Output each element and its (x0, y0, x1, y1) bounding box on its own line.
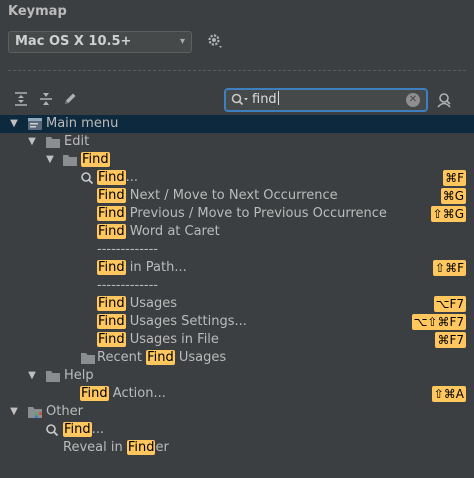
tree-item-find-folder[interactable]: ▼ Find (0, 151, 474, 169)
tree-label-help: Help (64, 368, 94, 383)
expand-all-icon[interactable] (13, 91, 29, 107)
tree-item-find-in-path[interactable]: Find in Path... ⇧⌘F (0, 259, 474, 277)
shortcut-badge: ⌥⇧⌘F7 (411, 314, 466, 330)
tree-item-help[interactable]: ▼ Help (0, 367, 474, 385)
chevron-down-icon[interactable]: ▼ (27, 133, 37, 151)
tree-item-find[interactable]: Find... ⌘F (0, 169, 474, 187)
tree-item-main-menu[interactable]: ▼ Main menu (0, 115, 474, 133)
tree-item-recent-find-usages[interactable]: Recent Find Usages (0, 349, 474, 367)
magnifier-icon (46, 424, 59, 437)
folder-icon (63, 155, 77, 166)
shortcut-badge: ⌘G (440, 188, 466, 204)
search-field[interactable]: find ✕ (224, 88, 428, 112)
shortcut-badge: ⌘F (443, 170, 466, 186)
tree-item-other-find[interactable]: Find... (0, 421, 474, 439)
menu-icon (28, 118, 42, 130)
tree-label-other: Other (46, 404, 83, 419)
tree-label-find: Find... (97, 170, 139, 185)
search-input[interactable]: find (252, 91, 279, 109)
tree-label-find-usages-settings: Find Usages Settings... (97, 314, 247, 329)
tree-label-main-menu: Main menu (46, 116, 119, 131)
tree-item-edit[interactable]: ▼ Edit (0, 133, 474, 151)
edit-pencil-icon[interactable] (62, 91, 78, 107)
separator-text: ------------- (97, 242, 158, 257)
tree-label-find-word-at-caret: Find Word at Caret (97, 224, 220, 239)
chevron-down-icon[interactable]: ▼ (27, 367, 37, 385)
tree-item-find-usages-in-file[interactable]: Find Usages in File ⌘F7 (0, 331, 474, 349)
gear-icon[interactable] (206, 32, 224, 50)
keymap-select[interactable]: Mac OS X 10.5+ ▾ (8, 31, 192, 53)
clear-icon[interactable]: ✕ (406, 93, 420, 107)
chevron-down-icon: ▾ (179, 36, 185, 47)
folder-icon (81, 353, 95, 364)
tree-item-find-usages[interactable]: Find Usages ⌥F7 (0, 295, 474, 313)
shortcut-badge: ⇧⌘G (430, 206, 466, 222)
tree-label-find-in-path: Find in Path... (97, 260, 187, 275)
shortcut-badge: ⇧⌘A (431, 386, 466, 402)
shortcut-badge: ⇧⌘F (433, 260, 466, 276)
tree-label-find-action: Find Action... (80, 386, 166, 401)
tree-item-find-action[interactable]: Find Action... ⇧⌘A (0, 385, 474, 403)
folder-icon (46, 371, 60, 382)
keymap-select-value: Mac OS X 10.5+ (15, 34, 132, 49)
search-icon[interactable] (230, 92, 250, 108)
tree-item-find-usages-settings[interactable]: Find Usages Settings... ⌥⇧⌘F7 (0, 313, 474, 331)
folder-icon (46, 137, 60, 148)
chevron-down-icon[interactable]: ▼ (9, 403, 19, 421)
tree-label-find-previous: Find Previous / Move to Previous Occurre… (97, 206, 387, 221)
magnifier-icon (81, 172, 94, 185)
shortcut-badge: ⌥F7 (433, 296, 466, 312)
chevron-down-icon[interactable]: ▼ (9, 115, 19, 133)
page-title: Keymap (8, 4, 67, 19)
tree-label-find-usages-in-file: Find Usages in File (97, 332, 219, 347)
divider (8, 70, 466, 71)
tree-label-other-find: Find... (63, 422, 105, 437)
tree-item-find-next[interactable]: Find Next / Move to Next Occurrence ⌘G (0, 187, 474, 205)
find-usages-icon[interactable] (435, 91, 453, 109)
chevron-down-icon[interactable]: ▼ (45, 151, 55, 169)
shortcut-badge: ⌘F7 (435, 332, 466, 348)
tree-item-find-word-at-caret[interactable]: Find Word at Caret (0, 223, 474, 241)
collapse-all-icon[interactable] (38, 91, 54, 107)
tree-label-reveal-in-finder: Reveal in Finder (63, 440, 169, 455)
tree-separator: ------------- (0, 241, 474, 259)
tree-item-reveal-in-finder[interactable]: Reveal in Finder (0, 439, 474, 457)
other-icon (28, 407, 42, 418)
tree-label-find-next: Find Next / Move to Next Occurrence (97, 188, 338, 203)
separator-text: ------------- (97, 278, 158, 293)
tree-label-find-usages: Find Usages (97, 296, 178, 311)
tree-label-edit: Edit (64, 134, 90, 149)
tree-item-find-previous[interactable]: Find Previous / Move to Previous Occurre… (0, 205, 474, 223)
tree-label-recent-find-usages: Recent Find Usages (97, 350, 227, 365)
tree-item-other[interactable]: ▼ Other (0, 403, 474, 421)
tree-separator: ------------- (0, 277, 474, 295)
tree-label-find-folder: Find (81, 152, 110, 167)
